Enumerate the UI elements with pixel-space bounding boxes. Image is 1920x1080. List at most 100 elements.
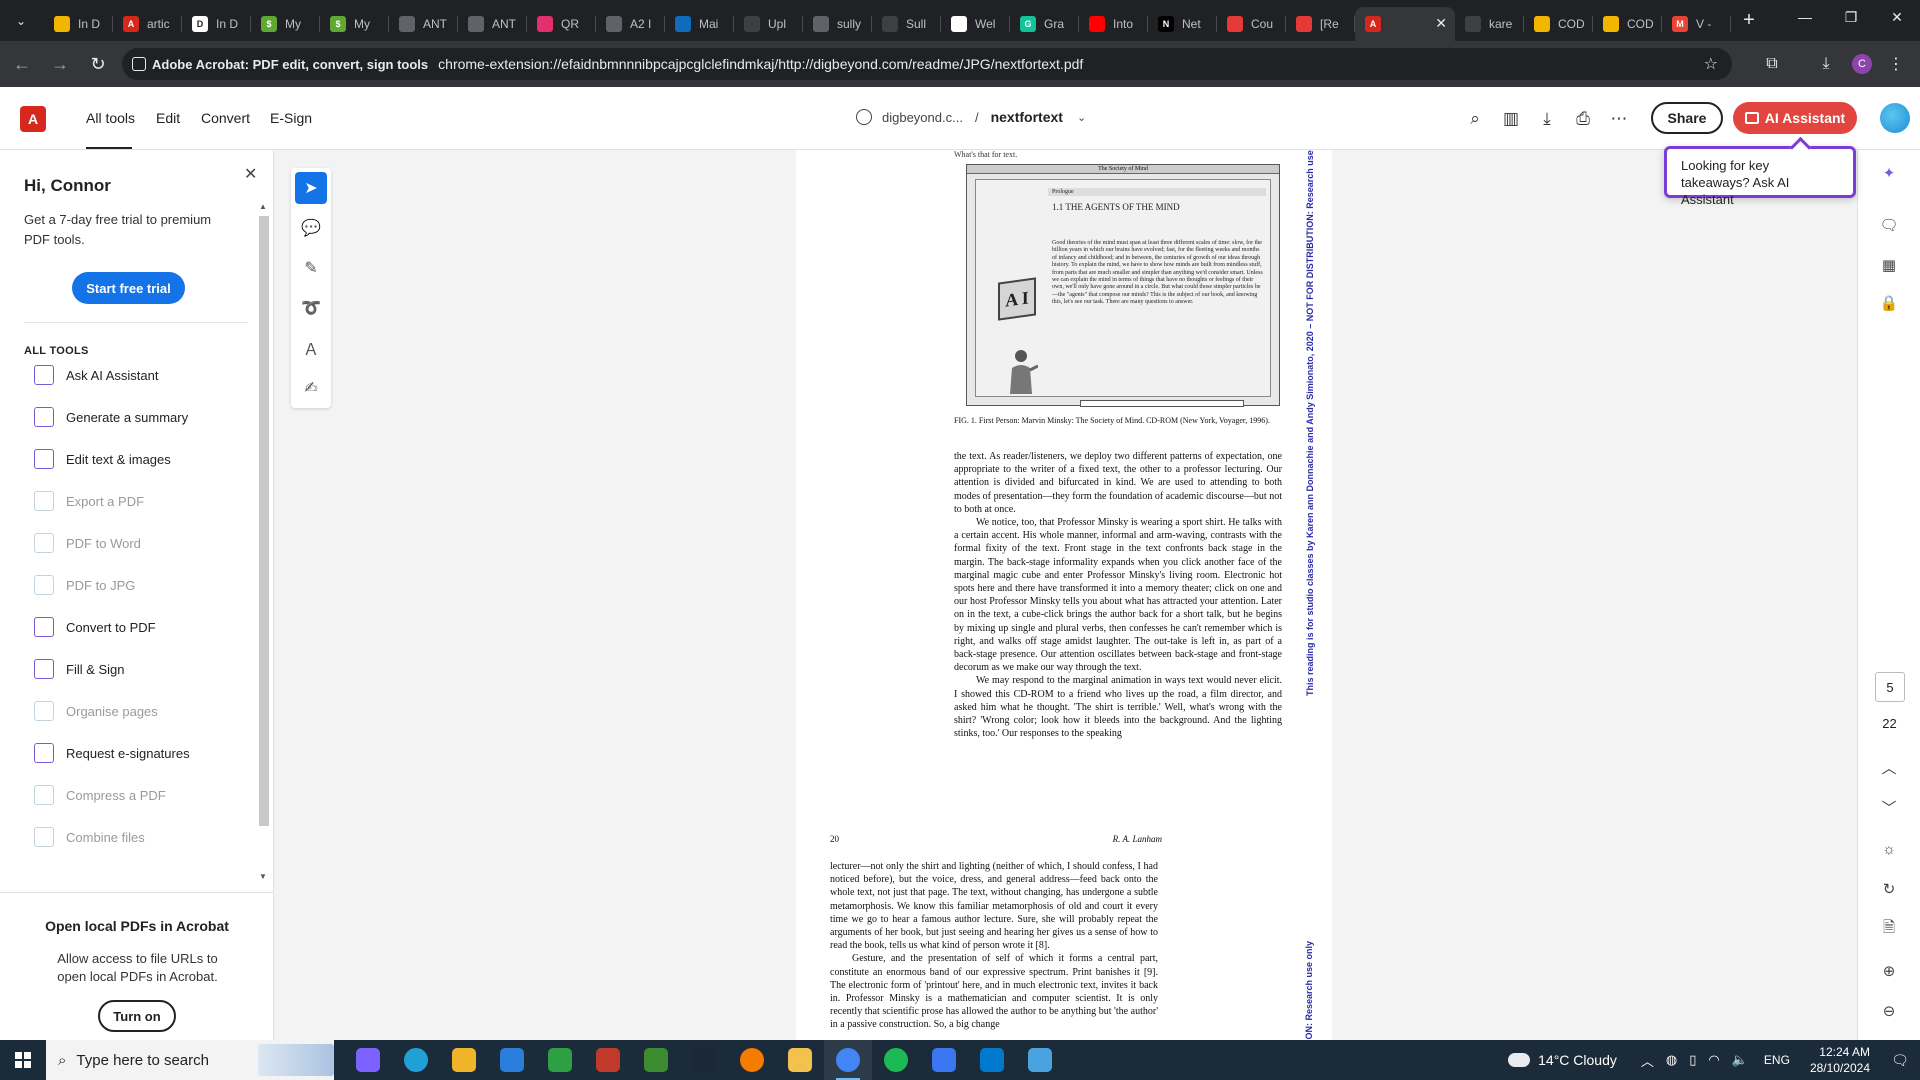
- browser-tab[interactable]: COD: [1593, 7, 1662, 41]
- share-button[interactable]: Share: [1651, 102, 1723, 134]
- browser-tab[interactable]: $ My: [320, 7, 389, 41]
- rotate-icon[interactable]: ↻: [1878, 878, 1900, 900]
- acrobat-logo-icon[interactable]: A: [20, 106, 46, 132]
- sign-icon[interactable]: ✍: [295, 372, 327, 404]
- menu-all-tools[interactable]: All tools: [86, 110, 135, 126]
- zoom-in-icon[interactable]: ⊕: [1878, 960, 1900, 982]
- select-cursor-icon[interactable]: ➤: [295, 172, 327, 204]
- page-down-icon[interactable]: ﹀: [1878, 796, 1900, 818]
- browser-tab[interactable]: G Gra: [1010, 7, 1079, 41]
- volume-icon[interactable]: 🔈: [1732, 1052, 1748, 1068]
- taskbar-app-game-app[interactable]: [584, 1040, 632, 1080]
- page-up-icon[interactable]: ︿: [1878, 756, 1900, 778]
- tool-item[interactable]: Fill & Sign: [34, 658, 125, 680]
- back-arrow-icon[interactable]: ←: [6, 48, 38, 80]
- browser-tab[interactable]: $ My: [251, 7, 320, 41]
- extensions-icon[interactable]: ⧉: [1756, 48, 1788, 80]
- panel-scroll-thumb[interactable]: [259, 216, 269, 826]
- language-indicator[interactable]: ENG: [1764, 1053, 1790, 1067]
- address-bar[interactable]: Adobe Acrobat: PDF edit, convert, sign t…: [122, 48, 1732, 80]
- windows-start-icon[interactable]: [0, 1040, 46, 1080]
- minimize-button[interactable]: —: [1782, 0, 1828, 34]
- taskbar-app-mail[interactable]: [488, 1040, 536, 1080]
- current-page-input[interactable]: 5: [1875, 672, 1905, 702]
- browser-tab[interactable]: [Re: [1286, 7, 1355, 41]
- taskbar-app-vscode[interactable]: [968, 1040, 1016, 1080]
- close-icon[interactable]: ✕: [244, 164, 257, 184]
- document-viewer[interactable]: What's that for text. The Society of Min…: [274, 150, 1857, 1040]
- tool-item[interactable]: Combine files: [34, 826, 145, 848]
- browser-tab[interactable]: Mai: [665, 7, 734, 41]
- tool-item[interactable]: PDF to Word: [34, 532, 141, 554]
- taskbar-search-box[interactable]: ⌕ Type here to search: [46, 1040, 334, 1080]
- tab-search-chevron-icon[interactable]: ⌄: [6, 6, 36, 36]
- taskbar-app-spotify[interactable]: [872, 1040, 920, 1080]
- menu-convert[interactable]: Convert: [201, 110, 250, 126]
- close-window-button[interactable]: ✕: [1874, 0, 1920, 34]
- bookmark-star-icon[interactable]: ☆: [1704, 54, 1718, 74]
- downloads-icon[interactable]: ⤓: [1810, 48, 1842, 80]
- page-thumbnails-icon[interactable]: ▥: [1499, 107, 1523, 131]
- profile-button[interactable]: C: [1846, 48, 1878, 80]
- draw-freehand-icon[interactable]: ➰: [295, 292, 327, 324]
- grid-apps-icon[interactable]: ▦: [1878, 254, 1900, 276]
- browser-tab[interactable]: sully: [803, 7, 872, 41]
- browser-menu-icon[interactable]: ⋮: [1880, 48, 1912, 80]
- restore-button[interactable]: ❐: [1828, 0, 1874, 34]
- taskbar-app-xbox[interactable]: [536, 1040, 584, 1080]
- browser-tab[interactable]: ANT: [458, 7, 527, 41]
- download-icon[interactable]: ⤓: [1535, 107, 1559, 131]
- highlight-pen-icon[interactable]: ✎: [295, 252, 327, 284]
- browser-tab[interactable]: Wel: [941, 7, 1010, 41]
- browser-tab[interactable]: MV -: [1662, 7, 1731, 41]
- browser-tab[interactable]: kare: [1455, 7, 1524, 41]
- taskbar-app-minecraft[interactable]: [632, 1040, 680, 1080]
- comment-icon[interactable]: 💬: [295, 212, 327, 244]
- document-name[interactable]: nextfortext: [991, 109, 1063, 125]
- browser-tab[interactable]: A2 I: [596, 7, 665, 41]
- ai-chat-icon[interactable]: ✦: [1878, 162, 1900, 184]
- battery-icon[interactable]: ▯: [1689, 1052, 1696, 1068]
- tool-item[interactable]: Edit text & images: [34, 448, 171, 470]
- notification-center-icon[interactable]: 🗨: [1880, 1052, 1920, 1069]
- comments-icon[interactable]: 🗨: [1878, 214, 1900, 236]
- add-text-icon[interactable]: Ａ: [295, 332, 327, 364]
- browser-tab[interactable]: N Net: [1148, 7, 1217, 41]
- taskbar-app-store[interactable]: [440, 1040, 488, 1080]
- more-options-icon[interactable]: ⋯: [1607, 107, 1631, 131]
- zoom-out-icon[interactable]: ⊖: [1878, 1000, 1900, 1022]
- browser-tab[interactable]: Upl: [734, 7, 803, 41]
- reload-icon[interactable]: ↻: [82, 48, 114, 80]
- scroll-up-icon[interactable]: ▲: [258, 202, 268, 211]
- user-avatar[interactable]: [1880, 103, 1910, 133]
- new-tab-button[interactable]: +: [1735, 7, 1763, 35]
- start-free-trial-button[interactable]: Start free trial: [72, 272, 185, 304]
- taskbar-app-brave[interactable]: [728, 1040, 776, 1080]
- taskbar-app-copilot[interactable]: [344, 1040, 392, 1080]
- show-hidden-icons-chevron-icon[interactable]: ︿: [1641, 1051, 1654, 1070]
- browser-tab[interactable]: D In D: [182, 7, 251, 41]
- ai-assistant-tooltip[interactable]: Looking for key takeaways? Ask AI Assist…: [1664, 146, 1856, 207]
- panel-scrollbar[interactable]: ▲ ▼: [258, 202, 269, 882]
- browser-tab[interactable]: QR: [527, 7, 596, 41]
- tool-item[interactable]: Convert to PDF: [34, 616, 156, 638]
- tool-item[interactable]: Request e-signatures: [34, 742, 190, 764]
- menu-e-sign[interactable]: E-Sign: [270, 110, 312, 126]
- tool-item[interactable]: Organise pages: [34, 700, 158, 722]
- wifi-icon[interactable]: ◠: [1708, 1052, 1719, 1068]
- browser-tab[interactable]: Cou: [1217, 7, 1286, 41]
- tool-item[interactable]: PDF to JPG: [34, 574, 135, 596]
- search-icon[interactable]: ⌕: [1463, 107, 1487, 131]
- tab-close-icon[interactable]: ✕: [1435, 15, 1447, 32]
- site-info-chip[interactable]: Adobe Acrobat: PDF edit, convert, sign t…: [132, 57, 438, 72]
- taskbar-app-chrome[interactable]: [824, 1040, 872, 1080]
- browser-tab[interactable]: COD: [1524, 7, 1593, 41]
- tool-item[interactable]: Generate a summary: [34, 406, 188, 428]
- browser-tab[interactable]: Sull: [872, 7, 941, 41]
- security-icon[interactable]: ◍: [1666, 1052, 1677, 1068]
- tool-item[interactable]: Ask AI Assistant: [34, 364, 159, 386]
- tool-item[interactable]: Compress a PDF: [34, 784, 166, 806]
- brightness-icon[interactable]: ☼: [1878, 838, 1900, 860]
- browser-tab[interactable]: Aartic: [113, 7, 182, 41]
- breadcrumb-site[interactable]: digbeyond.c...: [882, 110, 963, 125]
